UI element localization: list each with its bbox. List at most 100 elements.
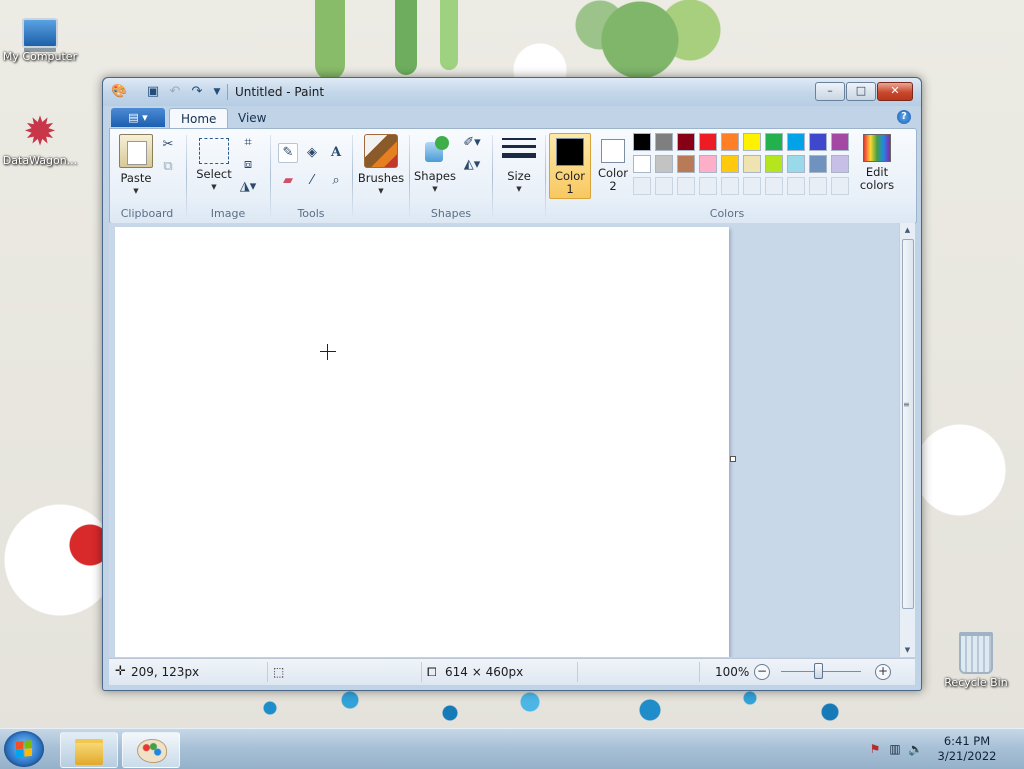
system-clock[interactable]: 6:41 PM 3/21/2022 — [932, 734, 1002, 764]
taskbar-explorer-button[interactable] — [60, 732, 118, 768]
customize-quick-access-icon[interactable]: ▼ — [209, 84, 225, 100]
custom-color-slot[interactable] — [765, 177, 783, 195]
computer-icon — [22, 18, 58, 48]
palette-swatch[interactable] — [809, 155, 827, 173]
edit-colors-button[interactable]: Edit colors — [855, 134, 899, 192]
palette-swatch[interactable] — [699, 155, 717, 173]
shapes-button[interactable]: Shapes ▼ — [413, 134, 457, 196]
magnifier-icon[interactable]: ⌕ — [326, 171, 346, 191]
taskbar: ⚑ ▥ 🔈 6:41 PM 3/21/2022 — [0, 728, 1024, 769]
custom-color-slot[interactable] — [677, 177, 695, 195]
custom-color-slot[interactable] — [787, 177, 805, 195]
palette-swatch[interactable] — [831, 133, 849, 151]
select-button[interactable]: Select ▼ — [194, 134, 234, 194]
custom-color-slot[interactable] — [655, 177, 673, 195]
palette-swatch[interactable] — [831, 155, 849, 173]
eraser-icon[interactable]: ▰ — [278, 171, 298, 191]
desktop-icon-recycle-bin[interactable]: Recycle Bin — [936, 632, 1016, 689]
window-title: Untitled - Paint — [235, 85, 325, 99]
custom-color-slot[interactable] — [809, 177, 827, 195]
palette-swatch[interactable] — [677, 133, 695, 151]
resize-icon[interactable]: ⧈ — [238, 155, 258, 175]
palette-swatch[interactable] — [633, 133, 651, 151]
tab-view[interactable]: View — [227, 108, 277, 128]
palette-swatch[interactable] — [765, 155, 783, 173]
palette-swatch[interactable] — [809, 133, 827, 151]
canvas-resize-handle[interactable] — [730, 456, 736, 462]
palette-swatch[interactable] — [699, 133, 717, 151]
palette-swatch[interactable] — [721, 155, 739, 173]
desktop-icon-label: DataWagon... — [2, 154, 78, 167]
scrollbar-thumb[interactable] — [902, 239, 914, 609]
paste-button[interactable]: Paste ▼ — [116, 134, 156, 198]
custom-color-slot[interactable] — [743, 177, 761, 195]
wallpaper-decoration — [440, 0, 458, 70]
shapes-icon — [419, 134, 451, 166]
undo-icon[interactable]: ↶ — [167, 84, 183, 100]
brushes-button[interactable]: Brushes ▼ — [356, 134, 406, 198]
desktop-icon-my-computer[interactable]: My Computer — [0, 10, 80, 63]
group-label: Colors — [709, 207, 745, 220]
vertical-scrollbar[interactable]: ▲ ≡ ▼ — [899, 223, 915, 657]
group-brushes: Brushes ▼ — [354, 129, 408, 223]
fill-bucket-icon[interactable]: ◈ — [302, 143, 322, 163]
help-icon[interactable]: ? — [897, 110, 911, 124]
fill-icon[interactable]: ◭▾ — [459, 155, 485, 175]
desktop-icon-datawagon[interactable]: DataWagon... — [0, 112, 80, 167]
palette-swatch[interactable] — [633, 155, 651, 173]
color-picker-icon[interactable]: ⁄ — [302, 171, 322, 191]
custom-color-slot[interactable] — [699, 177, 717, 195]
palette-swatch[interactable] — [743, 133, 761, 151]
scissors-icon[interactable]: ✂ — [158, 135, 178, 155]
volume-icon[interactable]: 🔈 — [908, 742, 923, 756]
color-spectrum-icon — [863, 134, 891, 162]
custom-color-slot[interactable] — [633, 177, 651, 195]
maximize-button[interactable]: □ — [846, 82, 876, 101]
custom-color-slot[interactable] — [831, 177, 849, 195]
palette-swatch[interactable] — [677, 155, 695, 173]
desktop-icon-label: My Computer — [2, 50, 78, 63]
scroll-down-icon[interactable]: ▼ — [900, 643, 915, 657]
custom-color-slot[interactable] — [721, 177, 739, 195]
color2-button[interactable]: Color 2 — [593, 133, 633, 197]
palette-swatch[interactable] — [787, 155, 805, 173]
color1-button[interactable]: Color 1 — [549, 133, 591, 199]
palette-swatch[interactable] — [721, 133, 739, 151]
start-button[interactable] — [4, 731, 44, 767]
title-bar[interactable]: 🎨 ▣ ↶ ↷ ▼ Untitled - Paint – □ ✕ — [103, 78, 921, 106]
paint-menu-button[interactable]: ▤ ▾ — [111, 108, 165, 127]
palette-swatch[interactable] — [787, 133, 805, 151]
palette-swatch[interactable] — [655, 133, 673, 151]
line-size-icon — [502, 134, 536, 166]
redo-icon[interactable]: ↷ — [189, 84, 205, 100]
size-button[interactable]: Size ▼ — [500, 134, 538, 196]
palette-swatch[interactable] — [743, 155, 761, 173]
paint-app-icon[interactable]: 🎨 — [111, 84, 127, 100]
close-button[interactable]: ✕ — [877, 82, 913, 101]
group-label: Image — [210, 207, 246, 220]
copy-icon[interactable]: ⧉ — [158, 157, 178, 177]
minimize-button[interactable]: – — [815, 82, 845, 101]
grip-icon: ≡ — [903, 400, 910, 409]
text-icon[interactable]: A — [326, 143, 346, 163]
taskbar-paint-button[interactable] — [122, 732, 180, 768]
tab-home[interactable]: Home — [169, 108, 229, 129]
palette-swatch[interactable] — [655, 155, 673, 173]
scroll-up-icon[interactable]: ▲ — [900, 223, 915, 237]
group-separator — [545, 135, 546, 217]
status-separator — [421, 662, 422, 682]
selection-size-icon: ⬚ — [273, 665, 285, 679]
zoom-slider-thumb[interactable] — [814, 663, 823, 679]
palette-swatch[interactable] — [765, 133, 783, 151]
outline-icon[interactable]: ✐▾ — [459, 133, 485, 153]
drawing-canvas[interactable] — [115, 227, 729, 657]
zoom-in-button[interactable]: + — [875, 664, 891, 680]
save-icon[interactable]: ▣ — [145, 84, 161, 100]
group-tools: ✎ ◈ A ▰ ⁄ ⌕ Tools — [272, 129, 350, 223]
crop-icon[interactable]: ⌗ — [238, 133, 258, 153]
zoom-out-button[interactable]: − — [754, 664, 770, 680]
rotate-icon[interactable]: ◮▾ — [238, 177, 258, 197]
pencil-icon[interactable]: ✎ — [278, 143, 298, 163]
action-center-icon[interactable]: ⚑ — [868, 742, 882, 756]
network-icon[interactable]: ▥ — [888, 742, 902, 756]
